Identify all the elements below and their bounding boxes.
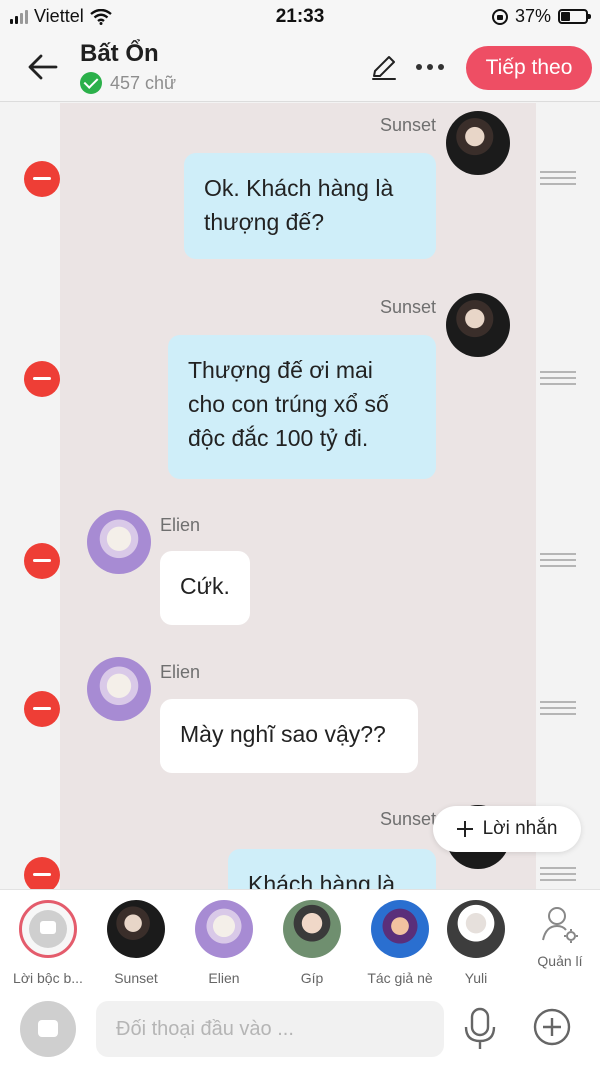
avatar[interactable] (446, 293, 510, 357)
verified-check-icon (80, 72, 102, 94)
remove-icon[interactable] (24, 361, 60, 397)
battery-percent: 37% (514, 6, 551, 26)
message-row: Elien Cứk. (0, 503, 600, 633)
character-name: Yuli (464, 970, 488, 986)
narration-toggle-icon[interactable] (20, 1001, 76, 1057)
character-yuli[interactable]: Yuli (446, 900, 506, 986)
add-circle-icon[interactable] (532, 1007, 572, 1047)
remove-icon[interactable] (24, 691, 60, 727)
character-name: Sunset (114, 970, 158, 986)
character-name: Tác giả nè (367, 970, 433, 986)
add-message-button[interactable]: Lời nhắn (433, 806, 581, 852)
sender-name: Elien (160, 662, 201, 682)
avatar (371, 900, 429, 958)
avatar[interactable] (446, 111, 510, 175)
remove-icon[interactable] (24, 857, 60, 889)
message-bubble[interactable]: Cứk. (160, 551, 250, 625)
message-bubble[interactable]: Mày nghĩ sao vậy?? (160, 699, 418, 773)
rotation-lock-icon (491, 8, 508, 25)
character-bar: Lời bộc b... Sunset Elien Gíp Tác giả nè… (0, 889, 600, 993)
status-bar: Viettel 21:33 37% (0, 0, 600, 34)
avatar (447, 900, 505, 958)
dialogue-input[interactable]: Đối thoại đầu vào ... (96, 1001, 444, 1057)
message-row: Sunset Thượng đế ơi mai cho con trúng xổ… (0, 283, 600, 483)
battery-group: 37% (491, 6, 591, 27)
remove-icon[interactable] (24, 543, 60, 579)
story-header: Bất Ổn 457 chữ Tiếp theo (0, 34, 600, 102)
next-button[interactable]: Tiếp theo (466, 46, 592, 90)
drag-handle-icon[interactable] (540, 171, 576, 187)
chat-area[interactable]: Sunset Ok. Khách hàng là thượng đế? Suns… (0, 103, 600, 889)
story-title: Bất Ổn (80, 40, 159, 67)
sender-name: Sunset (379, 297, 436, 317)
narration-icon (19, 900, 77, 958)
add-message-label: Lời nhắn (482, 818, 558, 839)
sender-name: Sunset (379, 115, 436, 135)
manage-label: Quản lí (537, 953, 583, 969)
drag-handle-icon[interactable] (540, 867, 576, 883)
input-bar: Đối thoại đầu vào ... (0, 993, 600, 1067)
drag-handle-icon[interactable] (540, 371, 576, 387)
back-arrow-icon[interactable] (26, 50, 60, 84)
pencil-icon[interactable] (370, 54, 398, 82)
microphone-icon[interactable] (462, 1007, 498, 1051)
character-name: Elien (208, 970, 240, 986)
more-dots-icon[interactable] (416, 64, 444, 70)
character-sunset[interactable]: Sunset (94, 900, 178, 986)
message-bubble[interactable]: Khách hàng là (228, 849, 436, 889)
character-author[interactable]: Tác giả nè (358, 900, 442, 986)
message-row: Elien Mày nghĩ sao vậy?? (0, 651, 600, 781)
avatar[interactable] (87, 657, 151, 721)
battery-icon (558, 9, 591, 24)
plus-icon (456, 821, 473, 837)
sender-name: Sunset (379, 809, 436, 829)
avatar[interactable] (87, 510, 151, 574)
avatar (283, 900, 341, 958)
avatar (195, 900, 253, 958)
character-elien[interactable]: Elien (182, 900, 266, 986)
avatar (107, 900, 165, 958)
battery-fill (561, 12, 570, 21)
message-bubble[interactable]: Ok. Khách hàng là thượng đế? (184, 153, 436, 259)
drag-handle-icon[interactable] (540, 553, 576, 569)
word-count: 457 chữ (80, 72, 176, 94)
manage-characters-button[interactable]: Quản lí (520, 900, 600, 969)
character-name: Gíp (300, 970, 324, 986)
character-name: Lời bộc b... (13, 970, 83, 986)
character-narration[interactable]: Lời bộc b... (6, 900, 90, 986)
manage-user-icon (542, 907, 578, 943)
drag-handle-icon[interactable] (540, 701, 576, 717)
word-count-label: 457 chữ (110, 72, 177, 93)
message-bubble[interactable]: Thượng đế ơi mai cho con trúng xổ số độc… (168, 335, 436, 479)
remove-icon[interactable] (24, 161, 60, 197)
sender-name: Elien (160, 515, 201, 535)
message-row: Sunset Ok. Khách hàng là thượng đế? (0, 103, 600, 273)
character-gip[interactable]: Gíp (270, 900, 354, 986)
